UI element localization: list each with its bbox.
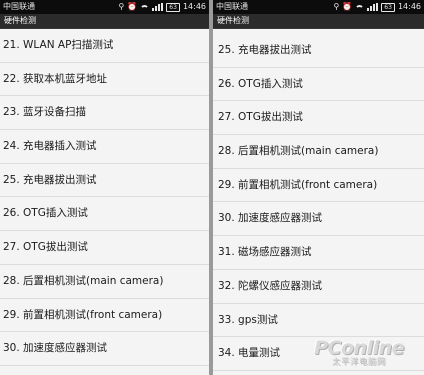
clock: 14:46 [397, 2, 421, 11]
signal-icon [367, 3, 379, 11]
test-list: 21. WLAN AP扫描测试 22. 获取本机蓝牙地址 23. 蓝牙设备扫描 … [0, 29, 209, 366]
status-icons: ⚲ ⏰ 63 14:46 [333, 0, 421, 14]
phone-screen-left: 中国联通 ⚲ ⏰ 63 14:46 硬件检测 21. WLAN AP扫描测试 2… [0, 0, 209, 375]
signal-icon [152, 3, 164, 11]
list-item[interactable]: 25. 充电器拔出测试 [0, 164, 209, 198]
test-list: 25. 充电器拔出测试 26. OTG插入测试 27. OTG拔出测试 28. … [213, 34, 424, 371]
list-item[interactable]: 22. 获取本机蓝牙地址 [0, 63, 209, 97]
list-item[interactable]: 32. 陀螺仪感应器测试 [213, 270, 424, 304]
status-bar: 中国联通 ⚲ ⏰ 63 14:46 [0, 0, 209, 14]
clock: 14:46 [182, 2, 206, 11]
list-item[interactable]: 30. 加速度感应器测试 [0, 332, 209, 366]
list-item[interactable]: 24. 充电器插入测试 [0, 130, 209, 164]
carrier-name: 中国联通 [216, 2, 248, 11]
list-item[interactable]: 26. OTG插入测试 [213, 68, 424, 102]
list-item[interactable]: 27. OTG拔出测试 [0, 231, 209, 265]
status-bar: 中国联通 ⚲ ⏰ 63 14:46 [213, 0, 424, 14]
watermark-logo: PConline 太平洋电脑网 [314, 337, 404, 367]
wifi-icon [140, 4, 150, 14]
list-item[interactable]: 29. 前置相机测试(front camera) [213, 169, 424, 203]
list-item[interactable]: 28. 后置相机测试(main camera) [0, 265, 209, 299]
wifi-icon [355, 4, 365, 14]
list-item[interactable]: 26. OTG插入测试 [0, 197, 209, 232]
list-item[interactable]: 28. 后置相机测试(main camera) [213, 135, 424, 169]
carrier-name: 中国联通 [3, 2, 35, 11]
status-icons: ⚲ ⏰ 63 14:46 [118, 0, 206, 14]
battery-icon: 63 [381, 2, 395, 12]
list-item[interactable]: 27. OTG拔出测试 [213, 101, 424, 136]
alarm-icon: ⏰ [127, 2, 138, 11]
usb-icon: ⚲ [333, 2, 340, 11]
alarm-icon: ⏰ [342, 2, 353, 11]
list-item[interactable]: 31. 磁场感应器测试 [213, 236, 424, 270]
page-title: 硬件检测 [0, 14, 209, 29]
list-item[interactable]: 29. 前置相机测试(front camera) [0, 299, 209, 333]
phone-screen-right: 中国联通 ⚲ ⏰ 63 14:46 硬件检测 25. 充电器拔出测试 26. O… [213, 0, 424, 375]
page-title: 硬件检测 [213, 14, 424, 29]
usb-icon: ⚲ [118, 2, 125, 11]
list-item[interactable]: 33. gps测试 [213, 304, 424, 338]
battery-icon: 63 [166, 2, 180, 12]
list-item[interactable]: 23. 蓝牙设备扫描 [0, 96, 209, 131]
list-item[interactable]: 30. 加速度感应器测试 [213, 202, 424, 237]
list-item[interactable]: 25. 充电器拔出测试 [213, 34, 424, 68]
list-item[interactable]: 21. WLAN AP扫描测试 [0, 29, 209, 63]
